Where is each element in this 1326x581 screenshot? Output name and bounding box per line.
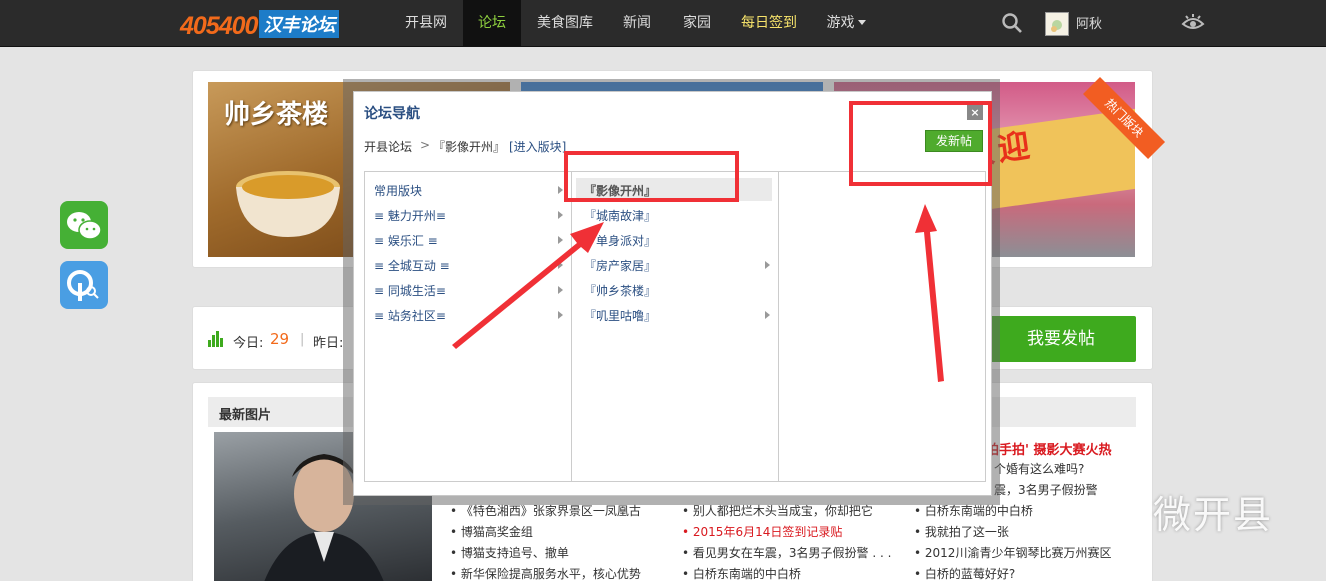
annotation-arrows xyxy=(452,204,944,382)
annotation-arrow-left xyxy=(452,222,604,349)
annotation-arrow-right xyxy=(915,204,944,382)
